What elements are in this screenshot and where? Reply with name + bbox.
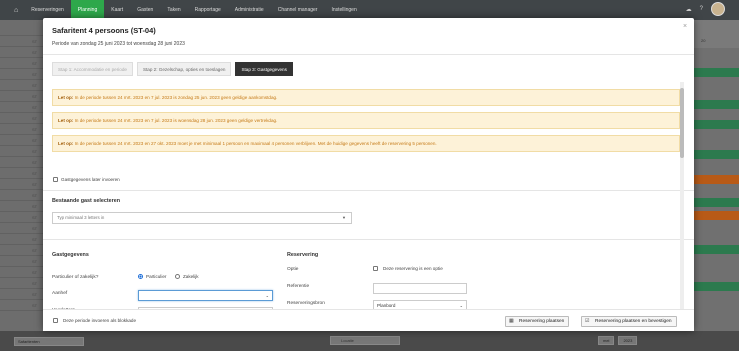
booking-block[interactable] (693, 175, 739, 184)
warning-alert: Let op: In de periode tussen 24 mrt. 202… (52, 112, 680, 129)
alert-prefix: Let op: (58, 95, 74, 100)
nav-planning[interactable]: Planning (70, 0, 105, 20)
month-select[interactable]: mei (598, 336, 615, 345)
nav-reserveringen[interactable]: Reserveringen (24, 0, 71, 20)
option-checkbox-row[interactable]: Deze reservering is een optie (373, 266, 443, 271)
planner-bottom-bar: Safaritenten Locatie mei 2023 (0, 331, 739, 351)
close-icon[interactable]: × (683, 23, 687, 30)
reservation-modal: Safaritent 4 persoons (ST-04) × Periode … (43, 18, 694, 331)
source-label: Reserveringsbron (287, 301, 325, 306)
tab-step-2[interactable]: Stap 2: Gezelschap, opties en toeslagen (136, 62, 232, 76)
alert-text: In de periode tussen 24 mrt. 2023 en 7 j… (74, 95, 278, 100)
tab-step-1[interactable]: Stap 1: Accommodatie en periode (52, 62, 133, 76)
radio-business-row[interactable]: Zakelijk (175, 274, 199, 279)
location-search-input[interactable]: Locatie (330, 336, 400, 345)
alert-prefix: Let op: (58, 141, 74, 146)
block-checkbox-row[interactable]: Deze periode invoeren als blokkade (53, 318, 136, 323)
place-reservation-label: Reservering plaatsen (519, 319, 565, 324)
option-checkbox-label: Deze reservering is een optie (383, 266, 443, 271)
modal-title: Safaritent 4 persoons (ST-04) (52, 26, 156, 35)
guest-type-label: Particulier of zakelijk? (52, 275, 99, 280)
radio-business[interactable] (175, 274, 180, 279)
alert-text: In de periode tussen 24 mrt. 2023 en 7 j… (74, 118, 278, 123)
option-label: Optie (287, 267, 299, 272)
modal-period: Periode van zondag 25 juni 2023 tot woen… (52, 41, 185, 47)
top-navbar: ⌂ Reserveringen Planning Kaart Gasten Ta… (0, 0, 739, 20)
salutation-select[interactable]: ⌄ (138, 290, 273, 301)
nav-rapportage[interactable]: Rapportage (188, 0, 228, 20)
reference-input[interactable] (373, 283, 467, 294)
scrollbar-thumb[interactable] (680, 88, 684, 158)
chevron-down-icon: ⌄ (265, 293, 269, 298)
alert-prefix: Let op: (58, 118, 74, 123)
place-reservation-button[interactable]: ▦ Reservering plaatsen (505, 316, 570, 327)
alert-text: In de periode tussen 24 mrt. 2023 en 27 … (74, 141, 437, 146)
block-checkbox-label: Deze periode invoeren als blokkade (63, 318, 137, 323)
booking-block[interactable] (693, 120, 739, 129)
booking-block[interactable] (693, 100, 739, 109)
guest-section-title: Gastgegevens (52, 252, 89, 258)
radio-business-label: Zakelijk (183, 274, 199, 279)
reservation-section-title: Reservering (287, 252, 319, 258)
year-select[interactable]: 2023 (618, 336, 638, 345)
existing-guest-title: Bestaande gast selecteren (52, 198, 121, 204)
divider (43, 239, 694, 240)
nav-kaart[interactable]: Kaart (104, 0, 130, 20)
later-checkbox[interactable] (53, 177, 58, 182)
booking-block[interactable] (693, 211, 739, 220)
place-confirm-label: Reservering plaatsen en bevestigen (595, 319, 672, 324)
later-checkbox-label: Gastgegevens later invoeren (61, 177, 120, 182)
planner-left-column: ST ST ST ST ST ST ST ST ST ST ST ST ST ST ST ST ST ST… (0, 20, 44, 331)
tab-step-3[interactable]: Stap 3: Gastgegevens (235, 62, 293, 76)
booking-block[interactable] (693, 282, 739, 291)
radio-private[interactable] (138, 274, 143, 279)
nav-gasten[interactable]: Gasten (130, 0, 160, 20)
calendar-icon: ▦ (509, 318, 514, 324)
nav-channel-manager[interactable]: Channel manager (271, 0, 325, 20)
avatar[interactable] (711, 2, 725, 16)
radio-private-row[interactable]: Particulier (138, 274, 166, 279)
chevron-down-icon: ▼ (342, 215, 346, 220)
option-checkbox[interactable] (373, 266, 378, 271)
check-icon: ☑ (585, 318, 590, 324)
divider (43, 190, 694, 191)
block-checkbox[interactable] (53, 318, 58, 323)
later-checkbox-row[interactable]: Gastgegevens later invoeren (53, 177, 120, 182)
source-value: Planbord (377, 303, 396, 308)
booking-block[interactable] (693, 198, 739, 207)
reference-label: Referentie (287, 284, 310, 289)
place-confirm-button[interactable]: ☑ Reservering plaatsen en bevestigen (581, 316, 677, 327)
existing-guest-select[interactable]: Typ minimaal 3 letters in ▼ (52, 212, 352, 224)
modal-scrollbar[interactable] (680, 82, 684, 327)
modal-body: Let op: In de periode tussen 24 mrt. 202… (43, 82, 694, 327)
nav-taken[interactable]: Taken (160, 0, 187, 20)
planner-right-column: 20 (693, 20, 739, 331)
modal-footer: Deze periode invoeren als blokkade ▦ Res… (43, 309, 694, 331)
booking-block[interactable] (693, 150, 739, 159)
accommodation-type-select[interactable]: Safaritenten (14, 336, 84, 346)
home-icon[interactable]: ⌂ (14, 7, 18, 14)
wizard-tabs: Stap 1: Accommodatie en periode Stap 2: … (52, 62, 293, 76)
salutation-label: Aanhef (52, 291, 68, 296)
warning-alert: Let op: In de periode tussen 24 mrt. 202… (52, 135, 680, 152)
radio-private-label: Particulier (146, 274, 167, 279)
divider (43, 54, 694, 55)
cloud-icon[interactable]: ☁ (686, 6, 692, 13)
booking-block[interactable] (693, 245, 739, 254)
nav-instellingen[interactable]: Instellingen (324, 0, 363, 20)
planner-date-header: 20 (693, 20, 739, 48)
nav-administratie[interactable]: Administratie (228, 0, 271, 20)
existing-guest-placeholder: Typ minimaal 3 letters in (57, 215, 105, 220)
help-icon[interactable]: ? (700, 6, 703, 12)
warning-alert: Let op: In de periode tussen 24 mrt. 202… (52, 89, 680, 106)
booking-block[interactable] (693, 68, 739, 77)
